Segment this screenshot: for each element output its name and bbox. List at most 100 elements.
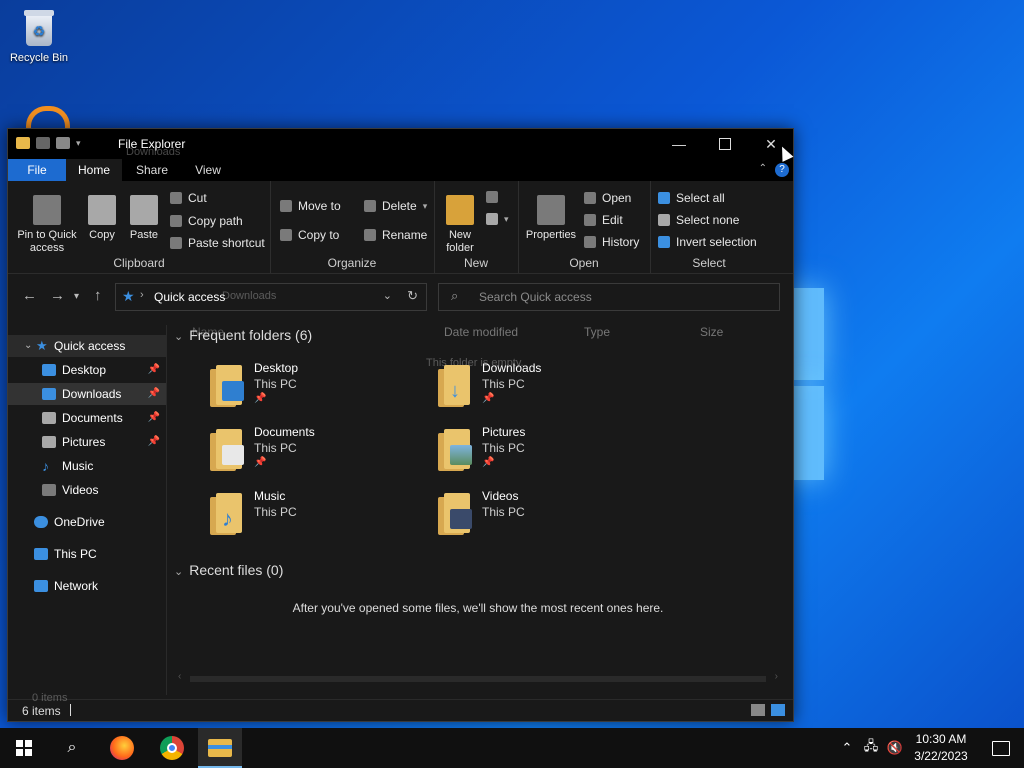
help-icon[interactable]: ?	[775, 163, 789, 177]
delete-button[interactable]: Delete ▾	[364, 199, 427, 213]
nav-item-videos[interactable]: Videos	[8, 479, 166, 501]
taskbar-search-button[interactable]: ⌕	[48, 728, 96, 768]
nav-item-onedrive[interactable]: OneDrive	[8, 511, 166, 533]
tab-view[interactable]: View	[182, 159, 234, 181]
new-folder-icon[interactable]	[56, 137, 70, 149]
properties-button[interactable]: Properties	[524, 195, 578, 242]
properties-icon[interactable]	[36, 137, 50, 149]
folder-tile-music[interactable]: ♪ Music This PC	[208, 487, 428, 543]
taskbar-chrome[interactable]	[148, 728, 196, 768]
chevron-down-icon[interactable]: ▾	[76, 138, 81, 149]
recycle-bin-icon[interactable]: ♻ Recycle Bin	[4, 8, 74, 64]
nav-label: Documents	[62, 411, 123, 425]
search-icon: ⌕	[451, 288, 459, 303]
nav-item-network[interactable]: Network	[8, 575, 166, 597]
back-icon[interactable]: ←	[22, 287, 37, 304]
tab-home[interactable]: Home	[66, 159, 122, 181]
address-bar[interactable]: ★ › Quick access Downloads ⌄ ↻	[115, 283, 427, 311]
documents-icon	[42, 412, 56, 424]
search-box[interactable]: ⌕ Search Quick access	[438, 283, 780, 311]
scroll-left-icon[interactable]: ‹	[178, 671, 181, 682]
address-dropdown-icon[interactable]: ⌄	[383, 289, 392, 302]
start-button[interactable]	[0, 728, 48, 768]
folder-tile-documents[interactable]: Documents This PC 📌	[208, 423, 428, 479]
up-icon[interactable]: ↑	[94, 287, 102, 304]
copy-button[interactable]: Copy	[86, 195, 118, 242]
copy-to-button[interactable]: Copy to	[280, 228, 339, 242]
select-all-button[interactable]: Select all	[658, 191, 725, 205]
nav-item-this-pc[interactable]: This PC	[8, 543, 166, 565]
cut-button[interactable]: Cut	[170, 191, 207, 205]
new-item-button[interactable]	[486, 191, 498, 203]
nav-item-downloads[interactable]: Downloads 📌	[8, 383, 166, 405]
column-header-date-modified[interactable]: Date modified	[444, 325, 518, 339]
tab-share[interactable]: Share	[126, 159, 178, 181]
copy-path-button[interactable]: Copy path	[170, 214, 243, 228]
pin-icon: 📌	[254, 393, 267, 404]
nav-item-documents[interactable]: Documents 📌	[8, 407, 166, 429]
rename-button[interactable]: Rename	[364, 228, 427, 242]
scroll-right-icon[interactable]: ›	[775, 671, 778, 682]
new-folder-button[interactable]: New folder	[442, 195, 478, 255]
notifications-button[interactable]	[978, 728, 1024, 768]
easy-access-button[interactable]: ▾	[486, 213, 509, 225]
minimize-button[interactable]: —	[656, 129, 702, 159]
folder-tile-downloads[interactable]: ↓ Downloads This PC 📌	[436, 359, 656, 415]
folder-tile-desktop[interactable]: Desktop This PC 📌	[208, 359, 428, 415]
paste-shortcut-button[interactable]: Paste shortcut	[170, 236, 265, 250]
nav-item-desktop[interactable]: Desktop 📌	[8, 359, 166, 381]
properties-label: Properties	[525, 229, 577, 241]
horizontal-scrollbar[interactable]: ‹ ›	[178, 671, 778, 684]
title-bar[interactable]: ▾ File Explorer Downloads — ✕	[8, 129, 793, 159]
column-header-type[interactable]: Type	[584, 325, 610, 339]
ribbon-collapse-icon[interactable]: ⌃	[759, 163, 767, 174]
pin-icon[interactable]: 📌	[148, 431, 160, 453]
folder-name: Desktop	[254, 361, 299, 375]
copy-label: Copy	[89, 229, 115, 241]
pin-icon[interactable]: 📌	[148, 359, 160, 381]
nav-item-quick-access[interactable]: ⌄ ★ Quick access	[8, 335, 166, 357]
history-button[interactable]: History	[584, 235, 639, 249]
nav-item-music[interactable]: ♪ Music	[8, 455, 166, 477]
refresh-icon[interactable]: ↻	[407, 288, 418, 304]
column-header-size[interactable]: Size	[700, 325, 723, 339]
details-view-icon[interactable]	[751, 704, 765, 716]
chrome-icon	[160, 736, 184, 760]
tab-file[interactable]: File	[8, 159, 66, 181]
folder-tile-videos[interactable]: Videos This PC	[436, 487, 656, 543]
clipboard-group-label: Clipboard	[113, 256, 165, 270]
network-status-button[interactable]: 🖧	[860, 728, 882, 768]
clock[interactable]: 10:30 AM 3/22/2023	[906, 731, 976, 765]
recent-locations-icon[interactable]: ▾	[74, 291, 79, 302]
pin-icon[interactable]: 📌	[148, 407, 160, 429]
folder-tile-pictures[interactable]: Pictures This PC 📌	[436, 423, 656, 479]
nav-item-pictures[interactable]: Pictures 📌	[8, 431, 166, 453]
show-hidden-icons-button[interactable]: ⌃	[838, 728, 856, 768]
open-button[interactable]: Open	[584, 191, 631, 205]
chevron-down-icon[interactable]: ⌄	[24, 335, 32, 357]
select-none-button[interactable]: Select none	[658, 213, 739, 227]
edit-button[interactable]: Edit	[584, 213, 623, 227]
taskbar-firefox[interactable]	[98, 728, 146, 768]
maximize-button[interactable]	[702, 129, 748, 159]
recent-files-header[interactable]: ⌄ Recent files (0)	[174, 562, 283, 578]
invert-selection-button[interactable]: Invert selection	[658, 235, 757, 249]
volume-button[interactable]: 🔇	[884, 728, 906, 768]
breadcrumb-quick-access[interactable]: Quick access	[154, 290, 225, 304]
scrollbar-track[interactable]	[190, 676, 766, 682]
frequent-folders-header[interactable]: ⌄ Frequent folders (6)	[174, 327, 312, 343]
taskbar-file-explorer[interactable]	[198, 728, 242, 768]
properties-icon	[537, 195, 565, 225]
move-to-button[interactable]: Move to	[280, 199, 341, 213]
recent-files-title: Recent files (0)	[189, 562, 284, 578]
forward-icon[interactable]: →	[50, 287, 65, 304]
download-icon	[42, 388, 56, 400]
breadcrumb-separator-icon[interactable]: ›	[140, 289, 144, 301]
folder-location: This PC	[482, 505, 525, 519]
large-icons-view-icon[interactable]	[771, 704, 785, 716]
delete-icon	[364, 200, 376, 212]
close-icon: ✕	[765, 135, 777, 152]
pin-icon[interactable]: 📌	[148, 383, 160, 405]
pin-to-quick-access-button[interactable]: Pin to Quick access	[14, 195, 80, 255]
paste-button[interactable]: Paste	[126, 195, 162, 242]
